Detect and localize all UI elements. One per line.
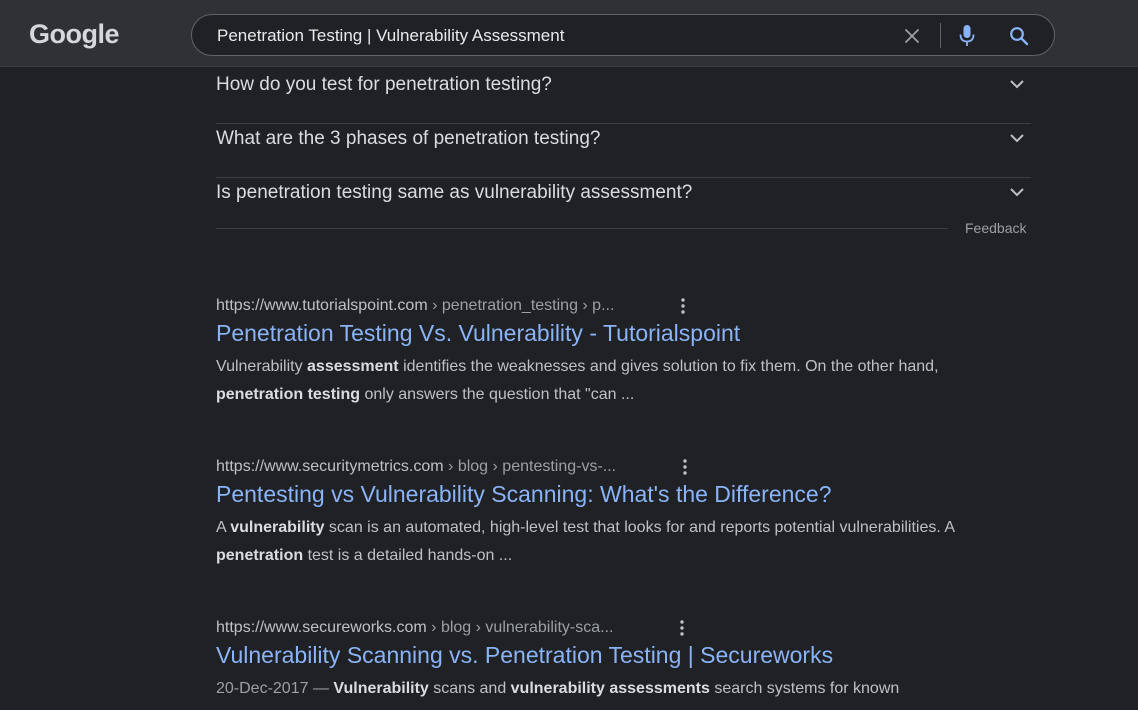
search-result: https://www.securitymetrics.com › blog ›… bbox=[216, 457, 976, 577]
chevron-down-icon bbox=[1010, 134, 1024, 143]
result-path: › blog › vulnerability-sca... bbox=[426, 619, 614, 636]
snippet-text: Vulnerability bbox=[216, 358, 308, 375]
more-vert-icon bbox=[681, 298, 685, 314]
search-result: https://www.tutorialspoint.com › penetra… bbox=[216, 296, 976, 416]
snippet-highlight: vulnerability assessments bbox=[510, 680, 710, 697]
result-snippet: A vulnerability scan is an automated, hi… bbox=[216, 514, 976, 570]
result-title[interactable]: Vulnerability Scanning vs. Penetration T… bbox=[216, 640, 833, 670]
paa-item[interactable]: How do you test for penetration testing? bbox=[216, 70, 1031, 124]
result-path: › blog › pentesting-vs-... bbox=[443, 458, 617, 475]
result-snippet: 20-Dec-2017 — Vulnerability scans and vu… bbox=[216, 675, 976, 703]
snippet-text: scans and bbox=[428, 680, 511, 697]
snippet-text: search systems for known bbox=[709, 680, 900, 697]
snippet-highlight: Vulnerability bbox=[333, 680, 429, 697]
search-divider bbox=[940, 23, 941, 48]
more-options-button[interactable] bbox=[679, 457, 691, 477]
snippet-text: only answers the question that "can ... bbox=[360, 386, 635, 403]
result-path: › penetration_testing › p... bbox=[427, 297, 615, 314]
result-domain: https://www.tutorialspoint.com bbox=[216, 297, 428, 314]
result-url[interactable]: https://www.tutorialspoint.com › penetra… bbox=[216, 296, 614, 316]
result-date: 20-Dec-2017 — bbox=[216, 680, 334, 697]
top-bar: Google bbox=[0, 0, 1138, 67]
result-url[interactable]: https://www.secureworks.com › blog › vul… bbox=[216, 618, 613, 638]
result-title[interactable]: Penetration Testing Vs. Vulnerability - … bbox=[216, 318, 740, 348]
snippet-text: A bbox=[216, 519, 231, 536]
clear-search-button[interactable] bbox=[900, 24, 924, 48]
more-options-button[interactable] bbox=[676, 618, 688, 638]
feedback-link[interactable]: Feedback bbox=[965, 220, 1026, 236]
snippet-text: scan is an automated, high-level test th… bbox=[324, 519, 955, 536]
feedback-divider bbox=[216, 228, 948, 229]
paa-question: What are the 3 phases of penetration tes… bbox=[216, 128, 601, 149]
snippet-highlight: penetration bbox=[216, 547, 304, 564]
paa-question: How do you test for penetration testing? bbox=[216, 74, 552, 95]
result-domain: https://www.securitymetrics.com bbox=[216, 458, 444, 475]
more-vert-icon bbox=[680, 620, 684, 636]
more-vert-icon bbox=[683, 459, 687, 475]
paa-question: Is penetration testing same as vulnerabi… bbox=[216, 182, 693, 203]
search-icon bbox=[1010, 27, 1029, 46]
voice-search-button[interactable] bbox=[955, 23, 979, 49]
search-result: https://www.secureworks.com › blog › vul… bbox=[216, 618, 976, 710]
microphone-icon bbox=[959, 25, 975, 46]
result-title[interactable]: Pentesting vs Vulnerability Scanning: Wh… bbox=[216, 479, 832, 509]
search-button[interactable] bbox=[1006, 23, 1032, 49]
close-icon bbox=[905, 29, 919, 43]
paa-item[interactable]: What are the 3 phases of penetration tes… bbox=[216, 124, 1031, 178]
search-box[interactable] bbox=[191, 14, 1055, 56]
more-options-button[interactable] bbox=[677, 296, 689, 316]
result-domain: https://www.secureworks.com bbox=[216, 619, 427, 636]
search-input[interactable] bbox=[217, 25, 867, 47]
chevron-down-icon bbox=[1010, 80, 1024, 89]
snippet-highlight: vulnerability bbox=[230, 519, 325, 536]
result-url[interactable]: https://www.securitymetrics.com › blog ›… bbox=[216, 457, 616, 477]
snippet-highlight: assessment bbox=[307, 358, 399, 375]
snippet-text: test is a detailed hands-on ... bbox=[303, 547, 513, 564]
snippet-highlight: penetration testing bbox=[216, 386, 361, 403]
snippet-text: identifies the weaknesses and gives solu… bbox=[398, 358, 939, 375]
paa-item[interactable]: Is penetration testing same as vulnerabi… bbox=[216, 178, 1031, 232]
google-logo[interactable]: Google bbox=[29, 19, 120, 50]
result-snippet: Vulnerability assessment identifies the … bbox=[216, 353, 976, 409]
chevron-down-icon bbox=[1010, 188, 1024, 197]
